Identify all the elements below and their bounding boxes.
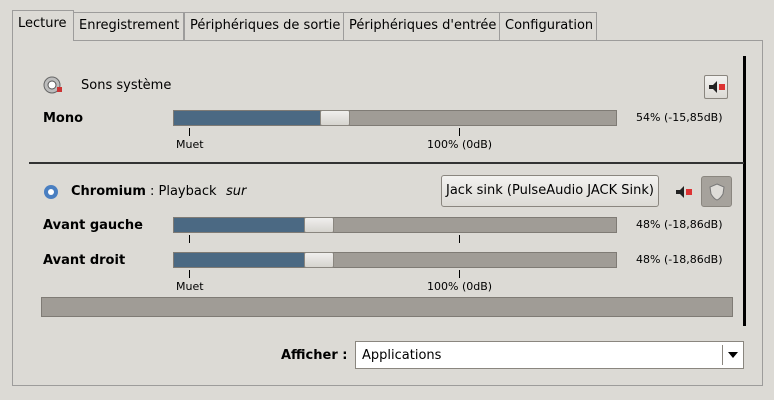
lock-channels-button[interactable] [701, 176, 732, 207]
scale-mute-label-2: Muet [176, 280, 204, 293]
volume-value-front-left: 48% (-18,86dB) [636, 218, 723, 231]
scale-100-label: 100% (0dB) [427, 138, 493, 151]
volume-slider-front-left[interactable] [173, 217, 617, 233]
show-label: Afficher : [281, 348, 348, 363]
tab-lecture[interactable]: Lecture [12, 10, 74, 41]
tab-configuration[interactable]: Configuration [499, 12, 597, 40]
tab-peripheriques-sortie[interactable]: Périphériques de sortie [184, 12, 344, 40]
show-select-value: Applications [362, 348, 442, 363]
volume-value-front-right: 48% (-18,86dB) [636, 253, 723, 266]
tab-peripheriques-entree[interactable]: Périphériques d'entrée [343, 12, 500, 40]
stream-kind: : Playback [150, 184, 217, 199]
system-sounds-title: Sons système [81, 78, 172, 93]
mute-toggle-system[interactable] [704, 75, 728, 99]
volume-slider-front-right[interactable] [173, 252, 617, 268]
scale-100-label-2: 100% (0dB) [427, 280, 493, 293]
channel-label-front-right: Avant droit [43, 253, 126, 268]
tick-100-front-left [459, 235, 460, 243]
channel-label-front-left: Avant gauche [43, 218, 143, 233]
scale-mute-label: Muet [176, 138, 204, 151]
chevron-down-icon[interactable] [728, 352, 738, 358]
volume-fill-front-left [174, 218, 305, 232]
tick-mute [189, 128, 190, 136]
slider-thumb-front-left[interactable] [304, 217, 334, 233]
show-select[interactable]: Applications [355, 341, 744, 369]
tick-mute-front-right [189, 270, 190, 278]
scrollbar-edge[interactable] [743, 56, 746, 326]
section-divider [29, 162, 744, 164]
volume-fill-mono [174, 111, 321, 125]
slider-thumb-mono[interactable] [320, 110, 350, 126]
stream-app-name: Chromium [71, 184, 146, 199]
tick-100 [459, 128, 460, 136]
show-select-divider [722, 345, 723, 365]
tab-enregistrement[interactable]: Enregistrement [73, 12, 184, 40]
chromium-icon [43, 184, 59, 204]
tick-mute-front-left [189, 235, 190, 243]
volume-fill-front-right [174, 253, 305, 267]
stream-on-label: sur [226, 184, 247, 199]
slider-thumb-front-right[interactable] [304, 252, 334, 268]
speaker-icon [43, 76, 63, 98]
volume-value-mono: 54% (-15,85dB) [636, 111, 723, 124]
channel-label-mono: Mono [43, 111, 84, 126]
output-device-button[interactable]: Jack sink (PulseAudio JACK Sink) [441, 175, 659, 207]
tick-100-front-right [459, 270, 460, 278]
mute-toggle-stream[interactable] [673, 183, 693, 205]
horizontal-scrollbar[interactable] [41, 297, 733, 317]
volume-slider-mono[interactable] [173, 110, 617, 126]
